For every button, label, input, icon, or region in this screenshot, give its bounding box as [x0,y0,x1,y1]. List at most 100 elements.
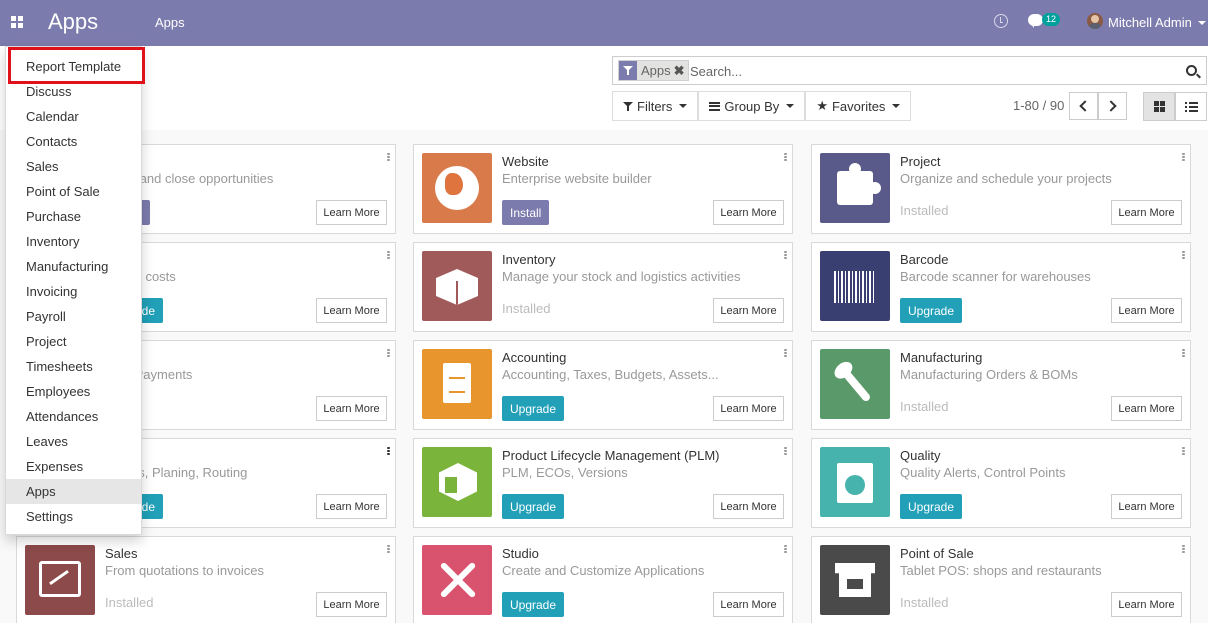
learn-more-button[interactable]: Learn More [713,298,784,323]
puzzle-icon [820,153,890,223]
menu-item-purchase[interactable]: Purchase [6,204,141,229]
card-title: Project [900,154,941,169]
search-facet: Apps ✖ [618,60,689,81]
kebab-menu-icon[interactable] [387,251,390,261]
menu-item-contacts[interactable]: Contacts [6,129,141,154]
kebab-menu-icon[interactable] [784,447,787,457]
learn-more-button[interactable]: Learn More [316,298,387,323]
app-card-studio[interactable]: Studio Create and Customize Applications… [413,536,793,623]
upgrade-button[interactable]: Upgrade [502,396,565,421]
kebab-menu-icon[interactable] [784,545,787,555]
menu-item-point-of-sale[interactable]: Point of Sale [6,179,141,204]
group-by-button[interactable]: Group By [698,91,806,121]
app-card-manufacturing[interactable]: Manufacturing Manufacturing Orders & BOM… [811,340,1191,430]
menu-item-invoicing[interactable]: Invoicing [6,279,141,304]
kebab-menu-icon[interactable] [784,251,787,261]
menu-item-manufacturing[interactable]: Manufacturing [6,254,141,279]
card-title: Inventory [502,252,556,267]
caret-down-icon [679,104,688,108]
installed-status: Installed [502,301,551,316]
kebab-menu-icon[interactable] [387,153,390,163]
kebab-menu-icon[interactable] [1182,251,1185,261]
learn-more-button[interactable]: Learn More [1111,494,1182,519]
kebab-menu-icon[interactable] [784,153,787,163]
kanban-icon [1154,101,1165,112]
menu-item-calendar[interactable]: Calendar [6,104,141,129]
app-switcher-dropdown: Report Template Discuss Calendar Contact… [5,46,145,535]
menu-item-attendances[interactable]: Attendances [6,404,141,429]
pager-next-button[interactable] [1098,92,1127,120]
user-menu[interactable]: Mitchell Admin [1108,15,1192,30]
kebab-menu-icon[interactable] [1182,153,1185,163]
tools-icon [422,545,492,615]
card-title: Product Lifecycle Management (PLM) [502,448,720,463]
star-icon: ★ [816,98,828,113]
menu-item-timesheets[interactable]: Timesheets [6,354,141,379]
app-card-project[interactable]: Project Organize and schedule your proje… [811,144,1191,234]
install-button[interactable]: Install [502,200,550,225]
menu-item-discuss[interactable]: Discuss [6,79,141,104]
chart-gear-icon [25,545,95,615]
activity-clock-icon[interactable] [994,14,1008,28]
card-title: Sales [105,546,138,561]
installed-status: Installed [105,595,154,610]
learn-more-button[interactable]: Learn More [316,200,387,225]
pager-value[interactable]: 1-80 / 90 [1013,98,1064,113]
kebab-menu-icon[interactable] [387,349,390,359]
learn-more-button[interactable]: Learn More [1111,298,1182,323]
menu-item-payroll[interactable]: Payroll [6,304,141,329]
search-icon[interactable] [1186,65,1197,76]
favorites-button[interactable]: ★ Favorites [805,91,912,121]
kebab-menu-icon[interactable] [1182,349,1185,359]
learn-more-button[interactable]: Learn More [1111,200,1182,225]
menu-item-settings[interactable]: Settings [6,504,141,529]
clipboard-check-icon [820,447,890,517]
app-card-inventory[interactable]: Inventory Manage your stock and logistic… [413,242,793,332]
learn-more-button[interactable]: Learn More [1111,592,1182,617]
kanban-view-button[interactable] [1143,92,1175,121]
kebab-menu-icon[interactable] [1182,545,1185,555]
menu-item-employees[interactable]: Employees [6,379,141,404]
learn-more-button[interactable]: Learn More [713,494,784,519]
kebab-menu-icon[interactable] [784,349,787,359]
menu-item-expenses[interactable]: Expenses [6,454,141,479]
kebab-menu-icon[interactable] [387,545,390,555]
filters-button[interactable]: Filters [612,91,699,121]
app-card-plm[interactable]: Product Lifecycle Management (PLM) PLM, … [413,438,793,528]
app-card-quality[interactable]: Quality Quality Alerts, Control Points U… [811,438,1191,528]
app-card-sales[interactable]: Sales From quotations to invoices Instal… [16,536,396,623]
pager-previous-button[interactable] [1069,92,1098,120]
app-card-website[interactable]: Website Enterprise website builder Insta… [413,144,793,234]
search-input[interactable] [690,62,1170,80]
facet-remove-icon[interactable]: ✖ [674,63,688,79]
learn-more-button[interactable]: Learn More [713,200,784,225]
menu-item-sales[interactable]: Sales [6,154,141,179]
learn-more-button[interactable]: Learn More [316,396,387,421]
kebab-menu-icon[interactable] [387,447,390,457]
upgrade-button[interactable]: Upgrade [502,494,565,519]
user-avatar[interactable] [1087,13,1103,29]
upgrade-button[interactable]: Upgrade [502,592,565,617]
app-card-accounting[interactable]: Accounting Accounting, Taxes, Budgets, A… [413,340,793,430]
learn-more-button[interactable]: Learn More [316,592,387,617]
menu-item-inventory[interactable]: Inventory [6,229,141,254]
upgrade-button[interactable]: Upgrade [900,494,963,519]
card-summary: Barcode scanner for warehouses [900,269,1091,284]
kebab-menu-icon[interactable] [1182,447,1185,457]
learn-more-button[interactable]: Learn More [1111,396,1182,421]
list-view-button[interactable] [1175,92,1207,121]
app-switcher-icon[interactable] [11,16,23,28]
app-card-point-of-sale[interactable]: Point of Sale Tablet POS: shops and rest… [811,536,1191,623]
messaging-icon[interactable] [1028,14,1043,28]
user-menu-caret-icon[interactable] [1198,21,1206,25]
app-card-barcode[interactable]: Barcode Barcode scanner for warehouses U… [811,242,1191,332]
learn-more-button[interactable]: Learn More [316,494,387,519]
learn-more-button[interactable]: Learn More [713,592,784,617]
menu-apps[interactable]: Apps [155,15,185,30]
menu-item-report-template[interactable]: Report Template [6,54,141,79]
learn-more-button[interactable]: Learn More [713,396,784,421]
menu-item-project[interactable]: Project [6,329,141,354]
upgrade-button[interactable]: Upgrade [900,298,963,323]
menu-item-leaves[interactable]: Leaves [6,429,141,454]
menu-item-apps[interactable]: Apps [6,479,141,504]
